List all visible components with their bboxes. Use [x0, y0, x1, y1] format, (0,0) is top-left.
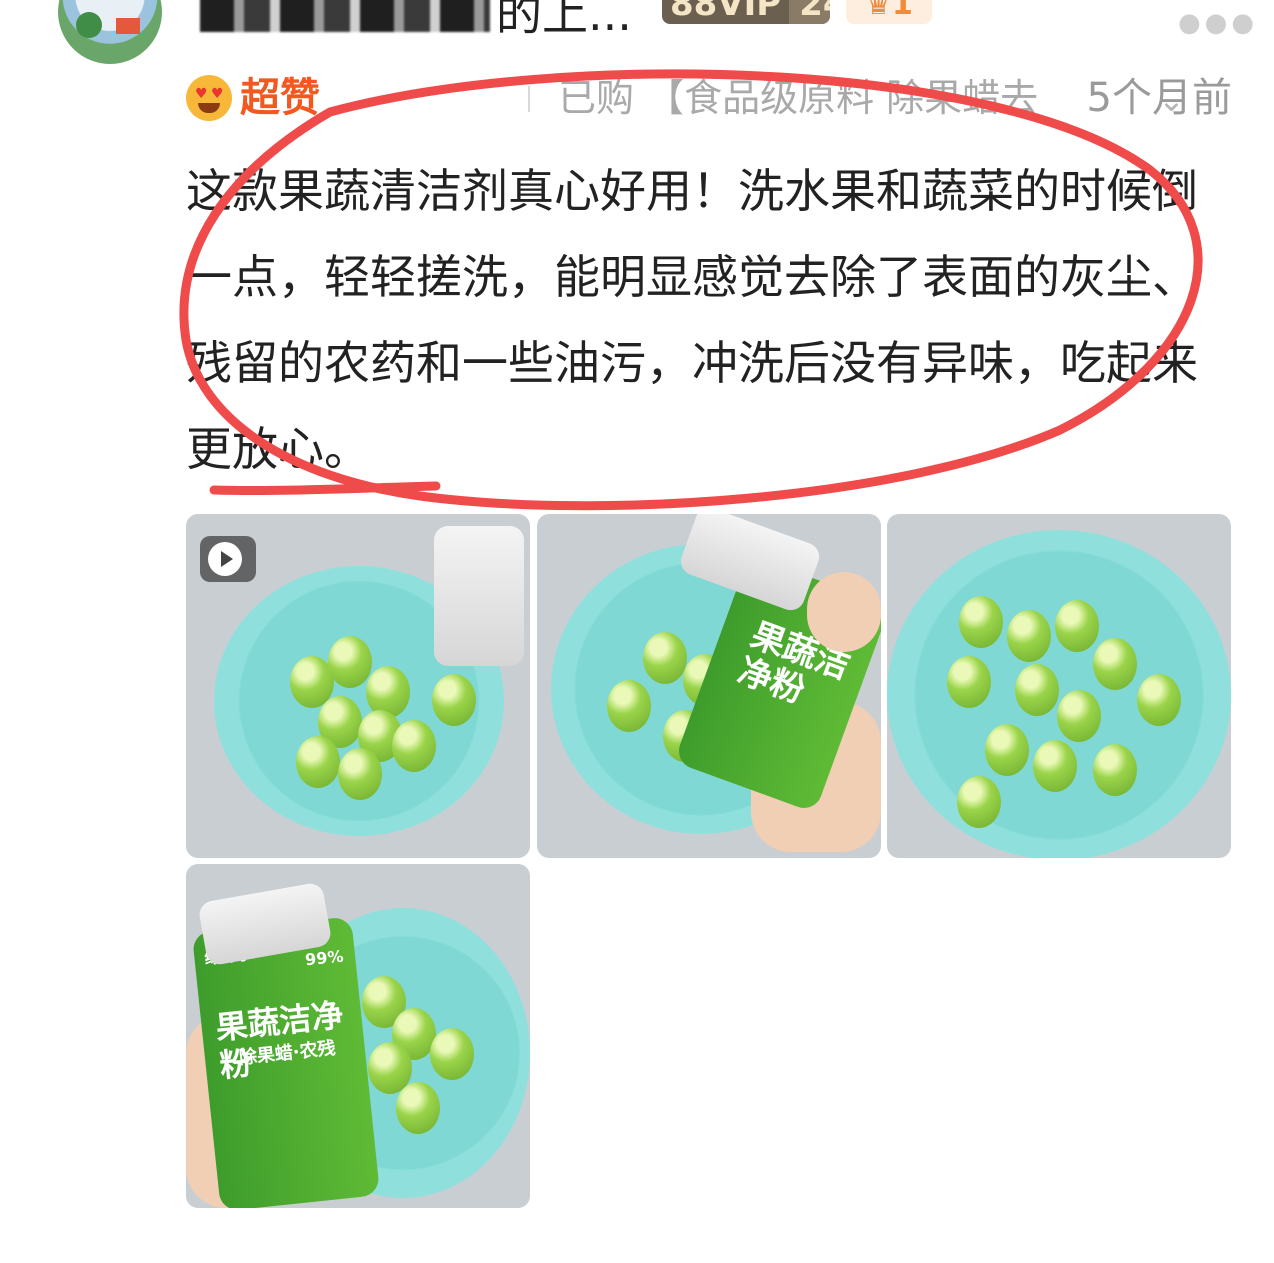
- avatar-house-art: [116, 18, 140, 34]
- grape: [1055, 600, 1099, 652]
- grape: [959, 596, 1003, 648]
- review-video-thumbnail[interactable]: [186, 514, 530, 858]
- level-badge-value: 1: [892, 0, 913, 22]
- grape: [338, 748, 382, 800]
- grape: [396, 1082, 440, 1134]
- grape: [957, 776, 1001, 828]
- more-dots-icon[interactable]: ●●●: [1178, 8, 1258, 38]
- heart-eye-left-icon: ♥: [195, 86, 208, 102]
- vip-badge: 88VIP 24: [662, 0, 830, 24]
- grape: [1093, 744, 1137, 796]
- grape: [1033, 740, 1077, 792]
- heart-eyes-emoji-icon: ♥ ♥: [186, 75, 232, 121]
- review-text: 这款果蔬清洁剂真心好用！洗水果和蔬菜的时候倒一点，轻轻搓洗，能明显感觉去除了表面…: [186, 164, 1198, 476]
- bottle-cap-image: [434, 526, 524, 666]
- bottle-percent: 99%: [304, 946, 345, 970]
- emoji-mouth: [198, 103, 220, 113]
- level-badge: ♛ 1: [846, 0, 932, 24]
- grape: [643, 632, 687, 684]
- bottle-label: 果蔬洁净粉: [213, 995, 346, 1085]
- grape: [1137, 674, 1181, 726]
- review-photo[interactable]: 果蔬洁净粉: [537, 514, 881, 858]
- grape: [985, 724, 1029, 776]
- grape: [430, 1028, 474, 1080]
- grape: [1007, 610, 1051, 662]
- hand-image: [807, 572, 881, 652]
- meta-separator: [528, 86, 530, 112]
- grape: [392, 720, 436, 772]
- vip-badge-label: 88VIP: [670, 0, 782, 24]
- review-photo[interactable]: [887, 514, 1231, 858]
- purchased-item-link[interactable]: 已购 【食品级原料 除果蜡去: [558, 72, 1118, 124]
- grape: [607, 680, 651, 732]
- crown-icon: ♛: [865, 0, 893, 22]
- rating-label: 超赞: [240, 75, 320, 121]
- grape: [947, 656, 991, 708]
- grape: [1057, 690, 1101, 742]
- user-avatar[interactable]: [58, 0, 162, 64]
- review-time: 5个月前: [1086, 75, 1232, 121]
- play-icon: [208, 542, 242, 576]
- heart-eye-right-icon: ♥: [211, 86, 224, 102]
- username-obscured: [200, 0, 490, 32]
- video-play-badge[interactable]: [200, 536, 256, 582]
- vip-badge-years: 24: [789, 0, 830, 24]
- avatar-tree-art: [76, 12, 102, 38]
- grape: [328, 636, 372, 688]
- grape: [1015, 664, 1059, 716]
- username-tail: 的上...: [496, 0, 632, 41]
- grape: [1093, 638, 1137, 690]
- review-meta: ♥ ♥ 超赞 已购 【食品级原料 除果蜡去 ⌄ 5个月前: [186, 72, 1246, 124]
- review-photo[interactable]: 绿鼻子 99% 果蔬洁净粉 除果蜡·农残: [186, 864, 530, 1208]
- grape: [432, 674, 476, 726]
- grape: [296, 736, 340, 788]
